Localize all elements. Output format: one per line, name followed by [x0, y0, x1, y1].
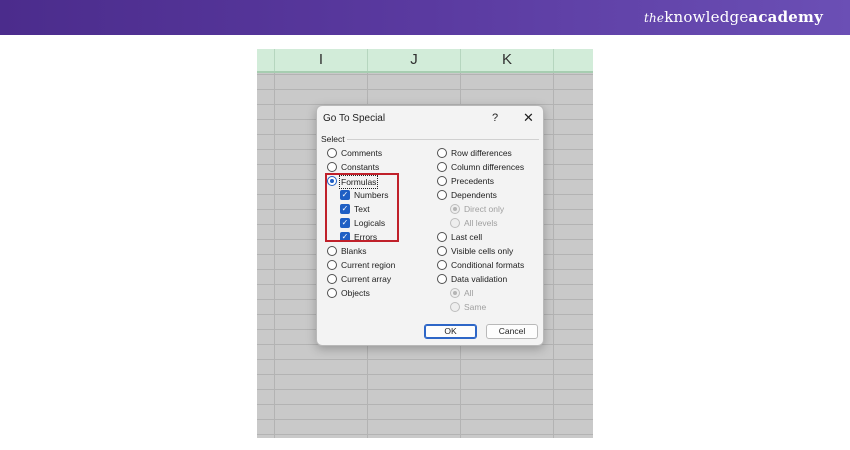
radio-circle[interactable]	[327, 288, 337, 298]
option-label: All	[464, 288, 474, 298]
group-divider	[347, 139, 539, 140]
option-label: Visible cells only	[451, 246, 514, 256]
select-group-label: Select	[321, 134, 345, 144]
ok-button[interactable]: OK	[424, 324, 477, 339]
option-label: Last cell	[451, 232, 483, 242]
logo-prefix: the	[643, 11, 665, 25]
option-label: Comments	[341, 148, 383, 158]
column-header-row: I J K	[257, 49, 593, 73]
close-icon[interactable]: ✕	[523, 110, 534, 126]
header-banner: theknowledgeacademy	[0, 0, 850, 35]
radio-circle[interactable]	[437, 274, 447, 284]
radio-circle[interactable]	[327, 274, 337, 284]
option-label: Same	[464, 302, 487, 312]
option-label: Precedents	[451, 176, 494, 186]
column-header-i[interactable]: I	[274, 49, 367, 71]
option-label: Direct only	[464, 204, 505, 214]
option-label: Current array	[341, 274, 392, 284]
logo-main: knowledge	[664, 8, 749, 26]
option-label: Data validation	[451, 274, 508, 284]
radio-circle-disabled[interactable]	[450, 288, 460, 298]
column-header-next[interactable]	[553, 49, 593, 71]
radio-circle-disabled[interactable]	[450, 302, 460, 312]
option-label: Blanks	[341, 246, 367, 256]
option-label: Dependents	[451, 190, 497, 200]
option-label: Current region	[341, 260, 396, 270]
help-button[interactable]: ?	[492, 112, 498, 124]
radio-circle[interactable]	[437, 246, 447, 256]
option-label: Objects	[341, 288, 370, 298]
option-label: Column differences	[451, 162, 525, 172]
radio-circle[interactable]	[327, 260, 337, 270]
column-header-k[interactable]: K	[460, 49, 553, 71]
option-label: Row differences	[451, 148, 512, 158]
option-label: Conditional formats	[451, 260, 525, 270]
radio-circle[interactable]	[437, 176, 447, 186]
radio-circle[interactable]	[437, 190, 447, 200]
radio-circle[interactable]	[437, 148, 447, 158]
radio-circle[interactable]	[327, 148, 337, 158]
dialog-title: Go To Special	[323, 113, 386, 124]
radio-circle[interactable]	[327, 246, 337, 256]
option-label: Constants	[341, 162, 380, 172]
radio-circle-disabled[interactable]	[450, 204, 460, 214]
radio-circle[interactable]	[437, 232, 447, 242]
column-header-j[interactable]: J	[367, 49, 460, 71]
radio-circle[interactable]	[437, 260, 447, 270]
brand-logo: theknowledgeacademy	[644, 8, 823, 26]
cancel-button[interactable]: Cancel	[486, 324, 538, 339]
formulas-highlight-box	[325, 173, 399, 242]
logo-bold: academy	[748, 8, 823, 26]
option-label: All levels	[464, 218, 498, 228]
radio-circle[interactable]	[327, 162, 337, 172]
radio-circle[interactable]	[437, 162, 447, 172]
radio-circle-disabled[interactable]	[450, 218, 460, 228]
